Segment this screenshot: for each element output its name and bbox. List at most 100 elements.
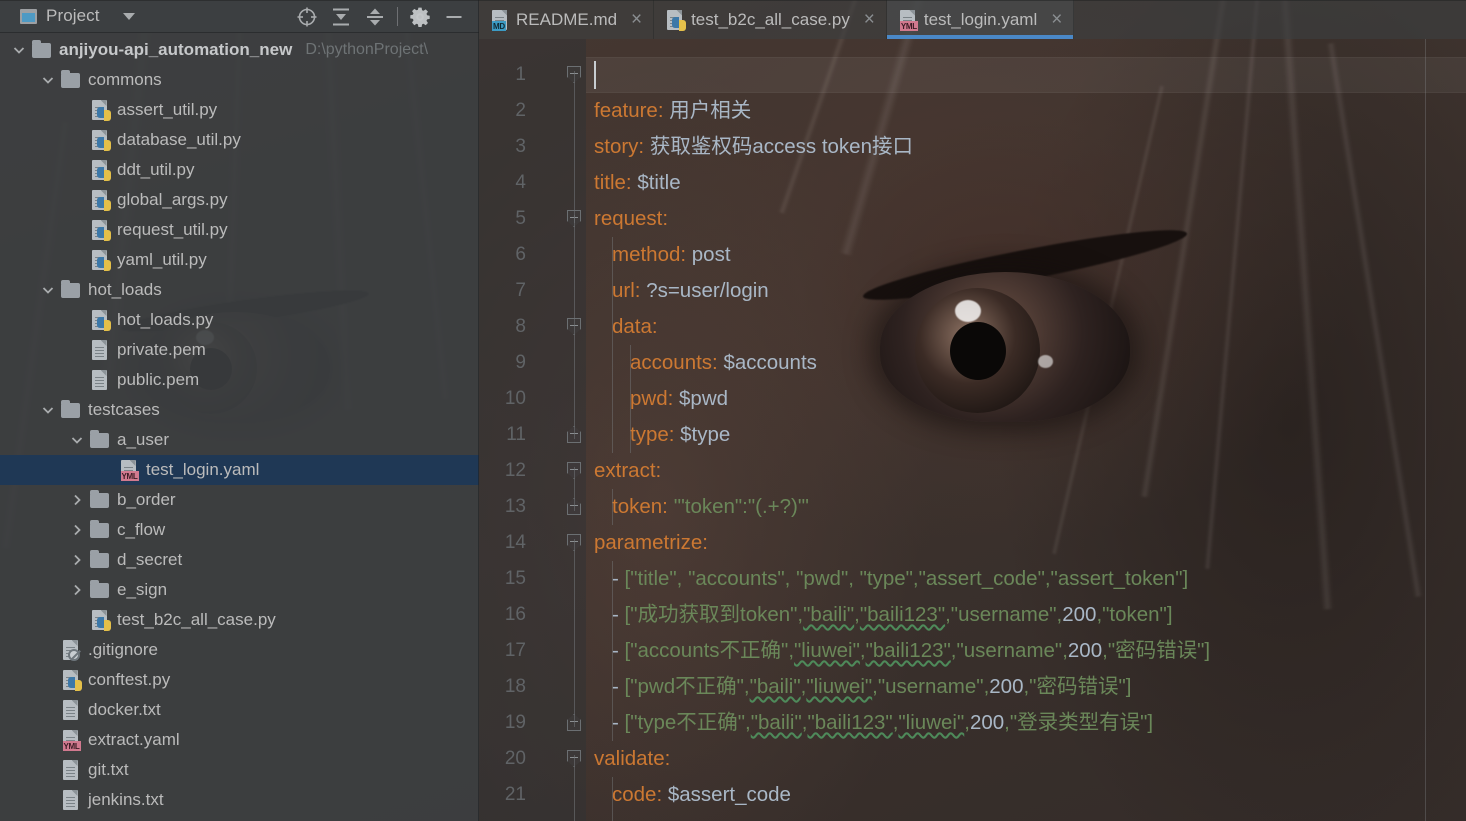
file-icon-wrap: [59, 699, 81, 721]
tree-item[interactable]: conftest.py: [0, 665, 479, 695]
code-token: -: [612, 711, 625, 734]
editor-tab-test-login-yaml[interactable]: YML test_login.yaml ×: [886, 0, 1075, 39]
code-line[interactable]: - ["成功获取到token","baili","baili123","user…: [612, 597, 1173, 633]
code-line[interactable]: data:: [612, 309, 658, 345]
locate-icon[interactable]: [290, 0, 324, 33]
minimize-icon[interactable]: [437, 0, 471, 33]
code-content[interactable]: feature: 用户相关 story: 获取鉴权码access token接口 t…: [586, 39, 1466, 821]
code-token: '"token":"(.+?)"': [673, 495, 810, 518]
indent-guide: [612, 777, 613, 821]
code-line[interactable]: validate:: [594, 741, 670, 777]
code-line[interactable]: url: ?s=user/login: [612, 273, 769, 309]
tree-item[interactable]: git.txt: [0, 755, 479, 785]
tree-item[interactable]: assert_util.py: [0, 95, 479, 125]
python-file-icon: [91, 130, 111, 151]
chevron-down-icon[interactable]: [37, 65, 59, 95]
tree-item[interactable]: test_b2c_all_case.py: [0, 605, 479, 635]
chevron-down-icon[interactable]: [8, 35, 30, 65]
tree-item[interactable]: jenkins.txt: [0, 785, 479, 815]
close-icon[interactable]: ×: [628, 10, 645, 29]
tree-item[interactable]: c_flow: [0, 515, 479, 545]
code-line[interactable]: feature: 用户相关: [594, 93, 751, 129]
code-line[interactable]: parametrize:: [594, 525, 708, 561]
gear-icon[interactable]: [403, 0, 437, 33]
code-token: "baili123": [859, 603, 946, 626]
chevron-right-icon[interactable]: [66, 485, 88, 515]
code-token: title:: [594, 171, 632, 194]
close-icon[interactable]: ×: [1048, 10, 1065, 29]
code-token: $assert_code: [667, 783, 791, 806]
code-line[interactable]: method: post: [612, 237, 731, 273]
code-line[interactable]: extract:: [594, 453, 661, 489]
tree-item[interactable]: request_util.py: [0, 215, 479, 245]
editor-tab-readme-md[interactable]: MD README.md ×: [479, 0, 655, 39]
code-line[interactable]: title: $title: [594, 165, 681, 201]
code-line[interactable]: story: 获取鉴权码access token接口: [594, 129, 913, 165]
tree-item[interactable]: yaml_util.py: [0, 245, 479, 275]
tree-item-label: conftest.py: [88, 670, 171, 689]
chevron-right-icon[interactable]: [66, 575, 88, 605]
tree-item[interactable]: b_order: [0, 485, 479, 515]
code-line[interactable]: token: '"token":"(.+?)"': [612, 489, 809, 525]
tree-item[interactable]: global_args.py: [0, 185, 479, 215]
code-token: ["title", "accounts", "pwd", "type","ass…: [624, 567, 1189, 590]
chevron-right-icon[interactable]: [66, 545, 88, 575]
gitignore-file-icon: [62, 640, 80, 661]
fold-region-line: [574, 215, 575, 439]
project-tree[interactable]: anjiyou-api_automation_new D:\pythonProje…: [0, 33, 479, 815]
code-line[interactable]: - ["pwd不正确","baili","liuwei","username",…: [612, 669, 1131, 705]
folder-icon: [59, 399, 81, 421]
expand-all-icon[interactable]: [324, 0, 358, 33]
chevron-right-icon[interactable]: [66, 515, 88, 545]
chevron-down-icon[interactable]: [37, 275, 59, 305]
tree-item[interactable]: .gitignore: [0, 635, 479, 665]
code-line[interactable]: - ["type不正确","baili","baili123","liuwei"…: [612, 705, 1153, 741]
tree-item-selected[interactable]: YML test_login.yaml: [0, 455, 479, 485]
code-line[interactable]: - ["accounts不正确","liuwei","baili123","us…: [612, 633, 1210, 669]
tree-item[interactable]: docker.txt: [0, 695, 479, 725]
tree-item[interactable]: public.pem: [0, 365, 479, 395]
editor-tab-test-b2c-all-case-py[interactable]: test_b2c_all_case.py ×: [654, 0, 887, 39]
line-number: 18: [504, 676, 526, 697]
tree-item[interactable]: anjiyou-api_automation_new D:\pythonProje…: [0, 35, 479, 65]
tree-item-label: request_util.py: [117, 220, 228, 239]
editor-gutter[interactable]: 12345678910111213141516171819202122: [479, 39, 586, 821]
chevron-down-icon[interactable]: [37, 395, 59, 425]
tree-item[interactable]: YML extract.yaml: [0, 725, 479, 755]
code-line[interactable]: accounts: $accounts: [630, 345, 817, 381]
code-line[interactable]: request:: [594, 201, 668, 237]
code-token: ,"密码错误"]: [1023, 675, 1132, 698]
tree-item[interactable]: hot_loads.py: [0, 305, 479, 335]
code-line[interactable]: contains: $assert_token: [612, 813, 829, 821]
code-line[interactable]: type: $type: [630, 417, 730, 453]
folder-icon: [88, 549, 110, 571]
project-tool-window: Project anjiyou-api_automation_new D:\py…: [0, 0, 479, 821]
code-line[interactable]: pwd: $pwd: [630, 381, 728, 417]
code-token: ,"登录类型有误"]: [1004, 711, 1154, 734]
line-number: 16: [504, 604, 526, 625]
tree-item[interactable]: hot_loads: [0, 275, 479, 305]
panel-splitter[interactable]: [478, 0, 479, 821]
code-line[interactable]: code: $assert_code: [612, 777, 791, 813]
tree-item[interactable]: e_sign: [0, 575, 479, 605]
tree-item[interactable]: a_user: [0, 425, 479, 455]
tree-item[interactable]: testcases: [0, 395, 479, 425]
tree-item[interactable]: d_secret: [0, 545, 479, 575]
code-token: ,"username",: [950, 639, 1068, 662]
tree-item[interactable]: commons: [0, 65, 479, 95]
code-token: -: [612, 567, 625, 590]
tree-item-label: test_b2c_all_case.py: [117, 610, 276, 629]
code-token: "liuwei": [898, 711, 965, 734]
tree-item[interactable]: database_util.py: [0, 125, 479, 155]
code-token: data:: [612, 315, 658, 338]
tree-item-label: a_user: [117, 430, 169, 449]
tree-item[interactable]: private.pem: [0, 335, 479, 365]
code-line[interactable]: - ["title", "accounts", "pwd", "type","a…: [612, 561, 1188, 597]
tree-item[interactable]: ddt_util.py: [0, 155, 479, 185]
collapse-all-icon[interactable]: [358, 0, 392, 33]
chevron-down-icon[interactable]: [66, 425, 88, 455]
close-icon[interactable]: ×: [861, 10, 878, 29]
tree-item-label: database_util.py: [117, 130, 241, 149]
chevron-down-icon[interactable]: [122, 12, 135, 20]
